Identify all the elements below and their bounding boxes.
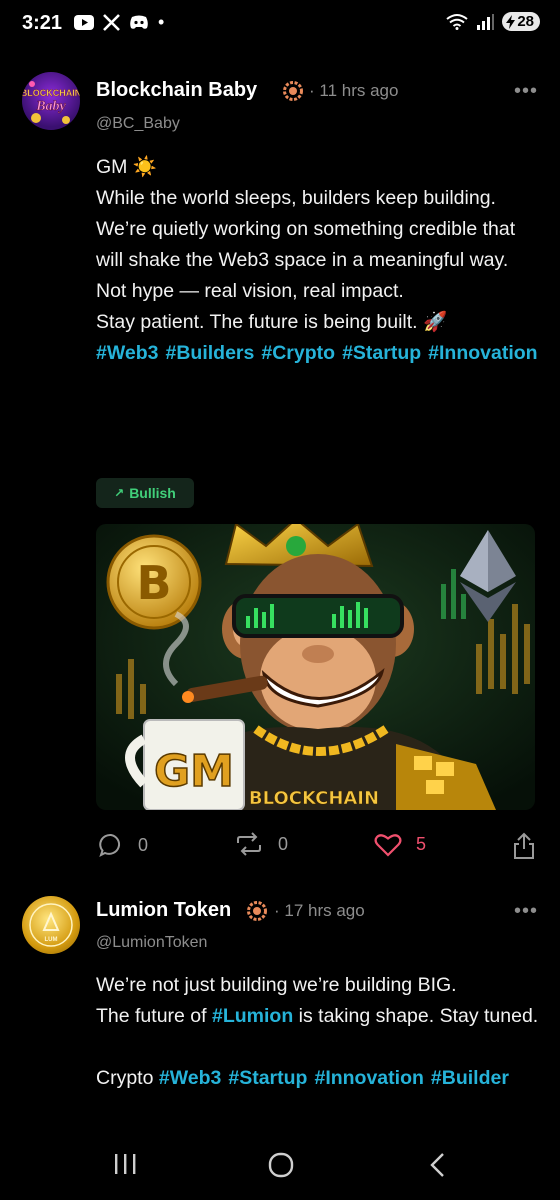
hashtag-link[interactable]: #Builder: [431, 1067, 509, 1089]
more-options-button[interactable]: •••: [514, 900, 538, 923]
post-line: While the world sleeps, builders keep bu…: [96, 187, 496, 209]
post-line: We’re not just building we’re building B…: [96, 974, 457, 996]
post-text: is taking shape. Stay tuned.: [293, 1005, 539, 1027]
repost-button[interactable]: 0: [234, 832, 288, 856]
repost-count: 0: [278, 833, 289, 854]
avatar-text-bottom: Baby: [35, 99, 66, 114]
author-name[interactable]: Lumion Token: [96, 899, 231, 922]
post-image[interactable]: B GM BLOCKCHAIN: [96, 524, 535, 810]
heart-icon: [374, 834, 402, 857]
post-line: Stay patient. The future is being built.…: [96, 311, 448, 333]
back-button[interactable]: [428, 1152, 446, 1178]
more-options-button[interactable]: •••: [514, 80, 538, 103]
author-name[interactable]: Blockchain Baby: [96, 79, 257, 102]
like-count: 5: [416, 834, 427, 854]
banner-text: BLOCKCHAIN: [249, 788, 379, 809]
comment-icon: [99, 833, 121, 857]
hashtag-link[interactable]: #Innovation: [314, 1067, 423, 1089]
repost-icon: [237, 832, 261, 856]
verified-badge-icon: [247, 901, 267, 921]
post-line: Crypto #Web3 #Startup #Innovation #Builder: [96, 1063, 541, 1094]
hashtag-list: #Web3 #Builders #Crypto #Startup #Innovation: [96, 338, 541, 369]
recent-apps-button[interactable]: [112, 1152, 138, 1176]
post-text: The future of: [96, 1005, 212, 1027]
hashtag-link[interactable]: #Builders: [166, 342, 255, 364]
author-handle[interactable]: @LumionToken: [96, 934, 207, 952]
hashtag-link[interactable]: #Startup: [342, 342, 421, 364]
hashtag-link[interactable]: #Web3: [159, 1067, 222, 1089]
post-card[interactable]: LUM Lumion Token · 17 hrs ago ••• @Lumio…: [0, 880, 560, 1138]
avatar[interactable]: BLOCKCHAIN Baby: [22, 72, 80, 130]
hashtag-link[interactable]: #Startup: [228, 1067, 307, 1089]
post-line: GM ☀️: [96, 156, 158, 178]
mug-text: GM: [154, 746, 234, 797]
hashtag-link[interactable]: #Web3: [96, 342, 159, 364]
share-icon: [514, 832, 534, 859]
post-text: Crypto: [96, 1067, 159, 1089]
post-body: We’re not just building we’re building B…: [96, 970, 541, 1094]
hashtag-link[interactable]: #Innovation: [428, 342, 537, 364]
hashtag-link[interactable]: #Crypto: [261, 342, 335, 364]
comment-button[interactable]: 0: [98, 832, 148, 858]
avatar-text: LUM: [45, 937, 58, 943]
trend-up-icon: ↗: [114, 486, 125, 500]
sentiment-label: Bullish: [129, 485, 176, 501]
coin-text: B: [136, 556, 171, 610]
post-line: The future of #Lumion is taking shape. S…: [96, 1001, 541, 1032]
system-nav-bar: [0, 1138, 560, 1200]
like-button[interactable]: 5: [374, 832, 426, 857]
verified-badge-icon: [283, 81, 303, 101]
post-body: GM ☀️ While the world sleeps, builders k…: [96, 152, 541, 369]
avatar[interactable]: LUM: [22, 896, 80, 954]
post-line: We’re quietly working on something credi…: [96, 218, 516, 302]
post-time: · 11 hrs ago: [309, 81, 399, 100]
author-handle[interactable]: @BC_Baby: [96, 115, 180, 133]
post-time: · 17 hrs ago: [274, 901, 365, 920]
sentiment-tag[interactable]: ↗ Bullish: [96, 478, 194, 508]
comment-count: 0: [138, 834, 149, 855]
avatar-text-top: BLOCKCHAIN: [22, 88, 80, 98]
hashtag-list: #Web3 #Startup #Innovation #Builder: [159, 1067, 509, 1089]
hashtag-link[interactable]: #Lumion: [212, 1005, 293, 1027]
home-button[interactable]: [268, 1152, 294, 1178]
share-button[interactable]: [512, 832, 536, 860]
post-card[interactable]: BLOCKCHAIN Baby Blockchain Baby · 11 hrs…: [0, 0, 560, 880]
post-actions: 0 0 5: [96, 832, 540, 862]
